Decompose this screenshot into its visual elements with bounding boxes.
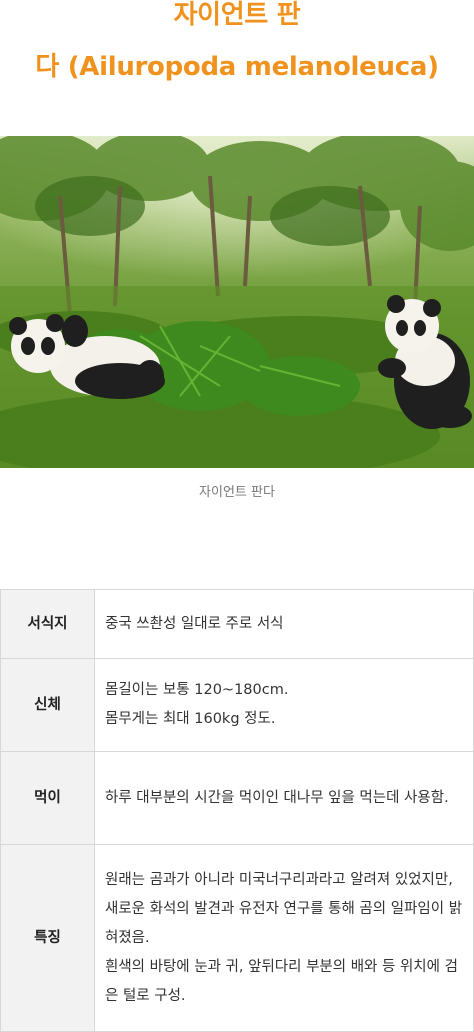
table-row: 먹이 하루 대부분의 시간을 먹이인 대나무 잎을 먹는데 사용함. <box>0 751 474 845</box>
row-value-body: 몸길이는 보통 120~180cm. 몸무게는 최대 160kg 정도. <box>94 658 474 752</box>
row-label-food: 먹이 <box>0 751 95 845</box>
row-value-food: 하루 대부분의 시간을 먹이인 대나무 잎을 먹는데 사용함. <box>94 751 474 845</box>
row-value-features: 원래는 곰과가 아니라 미국너구리과라고 알려져 있었지만, 새로운 화석의 발… <box>94 844 474 1032</box>
value-line: 하루 대부분의 시간을 먹이인 대나무 잎을 먹는데 사용함. <box>105 789 449 806</box>
panda-photo <box>0 136 474 468</box>
value-line: 원래는 곰과가 아니라 미국너구리과라고 알려져 있었지만, 새로운 화석의 발… <box>105 871 463 946</box>
page-title-line-2: 다 (Ailuropoda melanoleuca) <box>35 52 439 82</box>
value-line: 몸길이는 보통 120~180cm. <box>105 682 289 698</box>
table-row: 서식지 중국 쓰촨성 일대로 주로 서식 <box>0 589 474 659</box>
info-table: 서식지 중국 쓰촨성 일대로 주로 서식 신체 몸길이는 보통 120~180c… <box>0 589 474 1032</box>
table-row: 신체 몸길이는 보통 120~180cm. 몸무게는 최대 160kg 정도. <box>0 658 474 752</box>
row-label-body: 신체 <box>0 658 95 752</box>
value-line: 흰색의 바탕에 눈과 귀, 앞뒤다리 부분의 배와 등 위치에 검은 털로 구성… <box>105 958 458 1004</box>
photo-caption: 자이언트 판다 <box>199 485 275 500</box>
page-title: 자이언트 판 다 (Ailuropoda melanoleuca) <box>0 0 474 92</box>
row-value-habitat: 중국 쓰촨성 일대로 주로 서식 <box>94 589 474 659</box>
row-label-habitat: 서식지 <box>0 589 95 659</box>
value-line: 중국 쓰촨성 일대로 주로 서식 <box>105 615 284 632</box>
row-label-features: 특징 <box>0 844 95 1032</box>
value-line: 몸무게는 최대 160kg 정도. <box>105 711 276 727</box>
page-title-line-1: 자이언트 판 <box>173 0 301 30</box>
table-row: 특징 원래는 곰과가 아니라 미국너구리과라고 알려져 있었지만, 새로운 화석… <box>0 844 474 1032</box>
